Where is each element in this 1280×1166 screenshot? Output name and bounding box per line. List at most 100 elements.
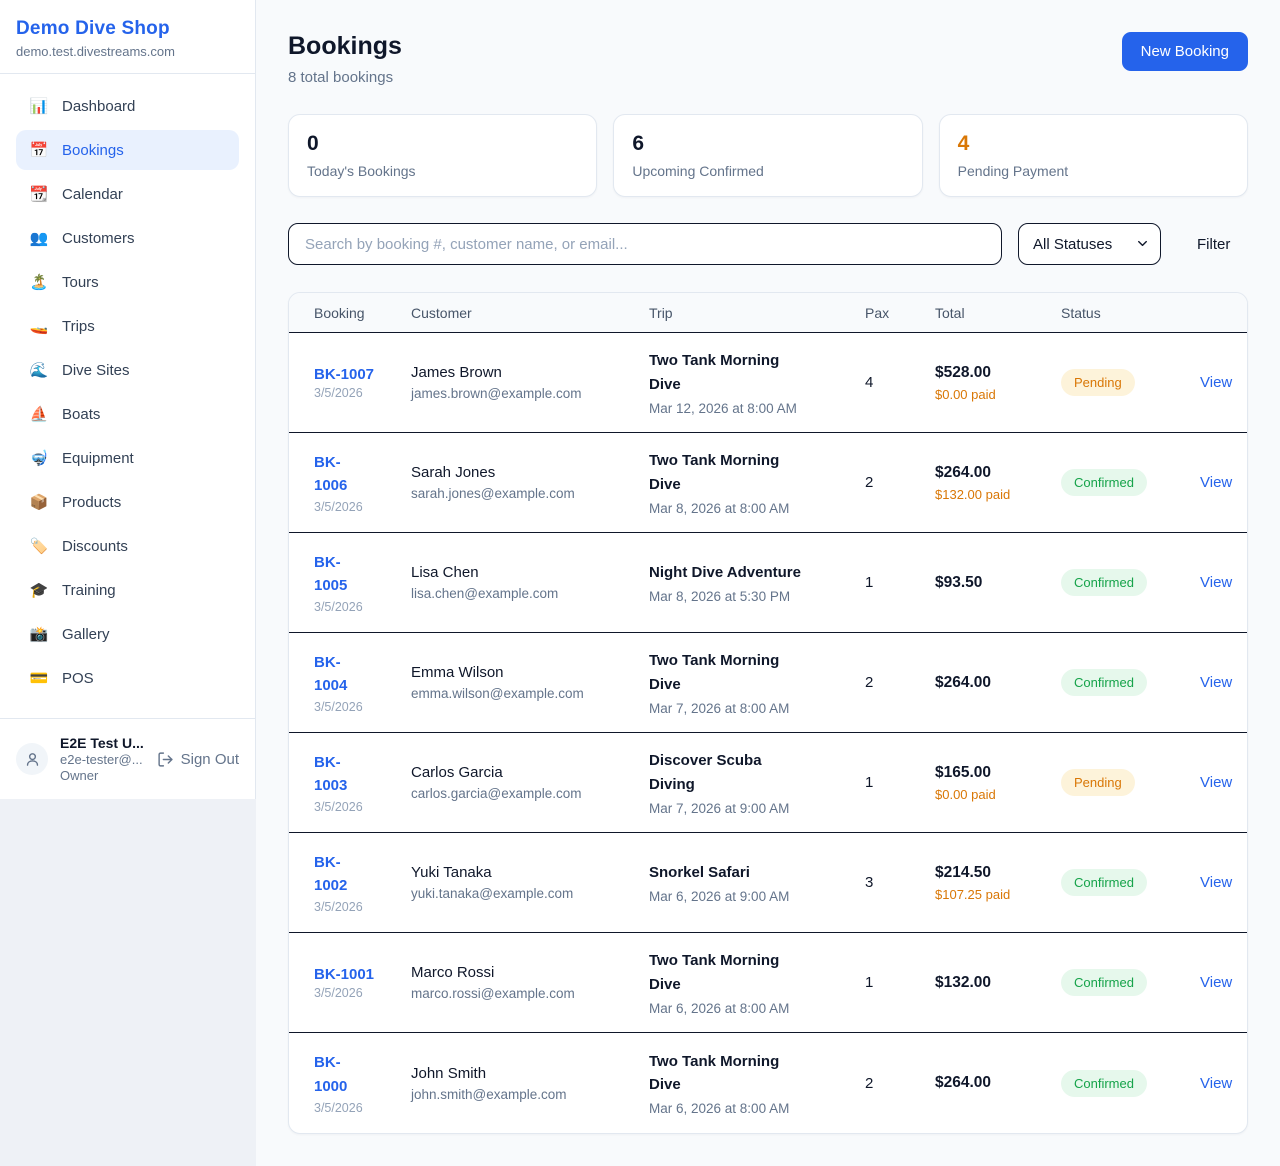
booking-number-link[interactable]: BK-1007 xyxy=(314,366,374,383)
dive-sites-icon: 🌊 xyxy=(28,361,50,379)
stat-card: 4 Pending Payment xyxy=(939,114,1248,197)
booking-number-link[interactable]: BK-1006 xyxy=(314,451,360,498)
trip-cell: Two Tank Morning Dive Mar 12, 2026 at 8:… xyxy=(637,333,853,432)
status-badge: Confirmed xyxy=(1061,569,1147,596)
sidebar-item-label: Gallery xyxy=(62,626,110,643)
booking-number-link[interactable]: BK-1003 xyxy=(314,751,360,798)
column-header-pax: Pax xyxy=(853,293,923,332)
customer-email: james.brown@example.com xyxy=(411,386,625,401)
table-body: BK-1007 3/5/2026 James Brown james.brown… xyxy=(289,333,1247,1133)
customer-name: James Brown xyxy=(411,364,625,381)
pax-cell: 4 xyxy=(853,358,923,407)
page-subtitle: 8 total bookings xyxy=(288,69,402,86)
user-info: E2E Test U... e2e-tester@... Owner xyxy=(60,735,151,783)
pos-icon: 💳 xyxy=(28,669,50,687)
sidebar-nav: 📊 Dashboard 📅 Bookings 📆 Calendar 👥 Cust… xyxy=(0,74,255,712)
sidebar-item-dive-sites[interactable]: 🌊 Dive Sites xyxy=(16,350,239,390)
sidebar-item-trips[interactable]: 🚤 Trips xyxy=(16,306,239,346)
customer-cell: Marco Rossi marco.rossi@example.com xyxy=(399,948,637,1017)
sidebar-item-training[interactable]: 🎓 Training xyxy=(16,570,239,610)
trip-datetime: Mar 7, 2026 at 8:00 AM xyxy=(649,701,841,716)
sidebar-item-dashboard[interactable]: 📊 Dashboard xyxy=(16,86,239,126)
page-header-text: Bookings 8 total bookings xyxy=(288,32,402,86)
brand-domain: demo.test.divestreams.com xyxy=(16,44,239,59)
trip-cell: Discover Scuba Diving Mar 7, 2026 at 9:0… xyxy=(637,733,853,832)
booking-number-link[interactable]: BK-1005 xyxy=(314,551,360,598)
sidebar-item-tours[interactable]: 🏝️ Tours xyxy=(16,262,239,302)
trip-datetime: Mar 8, 2026 at 5:30 PM xyxy=(649,589,841,604)
status-cell: Confirmed xyxy=(1049,953,1170,1012)
column-header-booking: Booking xyxy=(289,293,399,332)
pax-cell: 2 xyxy=(853,658,923,707)
view-link[interactable]: View xyxy=(1200,774,1232,791)
view-link[interactable]: View xyxy=(1200,1075,1232,1092)
user-email: e2e-tester@... xyxy=(60,752,151,767)
view-link[interactable]: View xyxy=(1200,374,1232,391)
stat-label: Today's Bookings xyxy=(307,163,578,179)
booking-date: 3/5/2026 xyxy=(314,800,387,814)
sidebar-item-label: Tours xyxy=(62,274,99,291)
booking-cell: BK-1004 3/5/2026 xyxy=(289,635,399,731)
table-row: BK-1003 3/5/2026 Carlos Garcia carlos.ga… xyxy=(289,733,1247,833)
trips-icon: 🚤 xyxy=(28,317,50,335)
table-row: BK-1002 3/5/2026 Yuki Tanaka yuki.tanaka… xyxy=(289,833,1247,933)
discounts-icon: 🏷️ xyxy=(28,537,50,555)
view-link[interactable]: View xyxy=(1200,874,1232,891)
customer-name: Carlos Garcia xyxy=(411,764,625,781)
booking-number-link[interactable]: BK-1000 xyxy=(314,1051,360,1098)
stats-row: 0 Today's Bookings 6 Upcoming Confirmed … xyxy=(288,114,1248,197)
sidebar-item-boats[interactable]: ⛵ Boats xyxy=(16,394,239,434)
sidebar-user-footer: E2E Test U... e2e-tester@... Owner Sign … xyxy=(0,718,255,799)
trip-name: Night Dive Adventure xyxy=(649,561,807,584)
total-cell: $528.00 $0.00 paid xyxy=(923,348,1049,418)
customer-name: Yuki Tanaka xyxy=(411,864,625,881)
calendar-icon: 📆 xyxy=(28,185,50,203)
trip-cell: Two Tank Morning Dive Mar 7, 2026 at 8:0… xyxy=(637,633,853,732)
new-booking-button[interactable]: New Booking xyxy=(1122,32,1248,71)
view-link[interactable]: View xyxy=(1200,474,1232,491)
filter-button[interactable]: Filter xyxy=(1197,236,1230,253)
sidebar-item-label: Discounts xyxy=(62,538,128,555)
total-amount: $264.00 xyxy=(935,674,1037,692)
sidebar-item-pos[interactable]: 💳 POS xyxy=(16,658,239,698)
booking-cell: BK-1001 3/5/2026 xyxy=(289,950,399,1016)
booking-number-link[interactable]: BK-1004 xyxy=(314,651,360,698)
total-cell: $264.00 xyxy=(923,1058,1049,1108)
booking-number-link[interactable]: BK-1002 xyxy=(314,851,360,898)
trip-name: Two Tank Morning Dive xyxy=(649,349,807,396)
column-header-customer: Customer xyxy=(399,293,637,332)
booking-date: 3/5/2026 xyxy=(314,900,387,914)
sidebar-item-calendar[interactable]: 📆 Calendar xyxy=(16,174,239,214)
column-header-total: Total xyxy=(923,293,1049,332)
booking-date: 3/5/2026 xyxy=(314,500,387,514)
booking-cell: BK-1000 3/5/2026 xyxy=(289,1035,399,1131)
sidebar-item-gallery[interactable]: 📸 Gallery xyxy=(16,614,239,654)
view-link[interactable]: View xyxy=(1200,574,1232,591)
view-link[interactable]: View xyxy=(1200,674,1232,691)
gallery-icon: 📸 xyxy=(28,625,50,643)
status-select[interactable]: All Statuses xyxy=(1018,223,1161,265)
status-cell: Confirmed xyxy=(1049,453,1170,512)
sidebar-item-customers[interactable]: 👥 Customers xyxy=(16,218,239,258)
customer-email: emma.wilson@example.com xyxy=(411,686,625,701)
customers-icon: 👥 xyxy=(28,229,50,247)
search-input[interactable] xyxy=(288,223,1002,265)
sidebar-item-equipment[interactable]: 🤿 Equipment xyxy=(16,438,239,478)
sign-out-button[interactable]: Sign Out xyxy=(157,751,239,768)
sign-out-icon xyxy=(157,751,174,768)
trip-cell: Night Dive Adventure Mar 8, 2026 at 5:30… xyxy=(637,545,853,620)
total-amount: $528.00 xyxy=(935,364,1037,382)
boats-icon: ⛵ xyxy=(28,405,50,423)
stat-card: 6 Upcoming Confirmed xyxy=(613,114,922,197)
pax-cell: 1 xyxy=(853,558,923,607)
total-cell: $264.00 xyxy=(923,658,1049,708)
booking-number-link[interactable]: BK-1001 xyxy=(314,966,374,983)
trip-cell: Two Tank Morning Dive Mar 8, 2026 at 8:0… xyxy=(637,433,853,532)
sidebar-item-products[interactable]: 📦 Products xyxy=(16,482,239,522)
booking-cell: BK-1006 3/5/2026 xyxy=(289,435,399,531)
sidebar-item-bookings[interactable]: 📅 Bookings xyxy=(16,130,239,170)
view-link[interactable]: View xyxy=(1200,974,1232,991)
total-cell: $264.00 $132.00 paid xyxy=(923,448,1049,518)
sidebar-item-discounts[interactable]: 🏷️ Discounts xyxy=(16,526,239,566)
trip-datetime: Mar 7, 2026 at 9:00 AM xyxy=(649,801,841,816)
